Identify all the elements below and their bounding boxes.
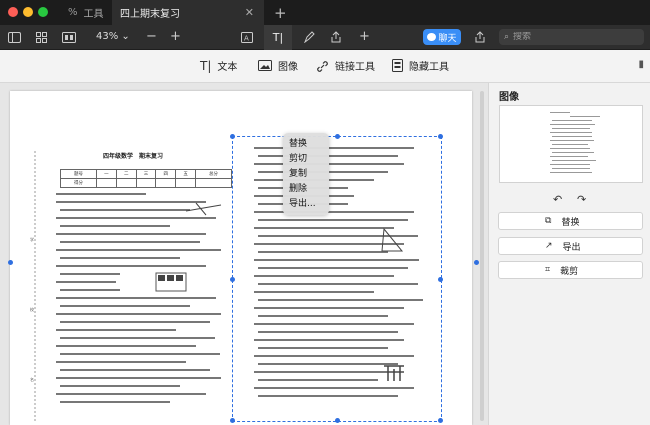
crop-image-button[interactable]: ⌗ 裁剪	[498, 261, 643, 279]
tab-bar: % 工具 四上期末复习 ✕ +	[0, 0, 650, 25]
close-tab-icon[interactable]: ✕	[245, 6, 254, 19]
image-properties-panel: 图像 ↶ ↷ ⧉ 替换 ↗ 导出 ⌗ 裁剪	[488, 83, 650, 425]
edit-toolbar: T| 文本 图像 链接工具 隐藏工具 ▮	[0, 50, 650, 83]
document-title: 四年级数学 期末复习	[103, 153, 164, 160]
text-edit-mode-button[interactable]: T|	[264, 25, 292, 50]
annotate-icon[interactable]	[304, 31, 315, 43]
left-column-text	[56, 193, 222, 403]
add-button[interactable]: +	[359, 29, 370, 44]
svg-text:A: A	[244, 35, 249, 43]
minimize-window-button[interactable]	[23, 7, 33, 17]
page-edge-handle[interactable]	[8, 260, 13, 265]
tab-tools[interactable]: % 工具	[60, 0, 112, 25]
score-table: 题号 一 二 三 四 五 总分 得分	[60, 169, 233, 188]
percent-icon: %	[68, 7, 78, 18]
context-menu-export[interactable]: 导出...	[289, 197, 329, 212]
context-menu-replace[interactable]: 替换	[289, 137, 329, 152]
link-icon	[317, 60, 328, 72]
rotate-right-icon[interactable]: ↷	[577, 193, 586, 206]
tab-tools-label: 工具	[83, 9, 104, 20]
search-icon: ⌕	[504, 32, 510, 42]
score-cell: 五	[175, 169, 196, 179]
score-cell: 得分	[60, 178, 97, 188]
svg-text:校: 校	[30, 306, 34, 312]
context-menu: 替换 剪切 复制 删除 导出...	[283, 133, 329, 215]
chat-button[interactable]: 聊天	[423, 29, 461, 45]
binding-margin: 学 校 名	[30, 151, 36, 421]
redact-tool-button[interactable]: 隐藏工具	[392, 58, 449, 73]
score-cell: 总分	[194, 169, 233, 179]
panel-toggle-icon[interactable]: ▮	[638, 59, 644, 70]
search-input[interactable]	[513, 32, 624, 42]
image-thumbnail	[499, 105, 643, 183]
export-image-button[interactable]: ↗ 导出	[498, 237, 643, 255]
resize-handle[interactable]	[438, 277, 443, 282]
pdf-page: 学 校 名 四年级数学 期末复习 题号 一 二 三 四 五 总分 得分	[10, 91, 472, 425]
image-selection-box[interactable]	[230, 134, 443, 423]
context-menu-copy[interactable]: 复制	[289, 167, 329, 182]
main-toolbar: 43% ⌄ − + A T| + 聊天 ⌕	[0, 25, 650, 50]
replace-image-button[interactable]: ⧉ 替换	[498, 212, 643, 230]
score-cell: 三	[135, 169, 157, 179]
zoom-in-button[interactable]: +	[170, 29, 181, 44]
svg-text:名: 名	[30, 376, 34, 382]
grid-view-icon[interactable]	[36, 32, 47, 43]
export-image-label: 导出	[562, 242, 581, 253]
close-window-button[interactable]	[8, 7, 18, 17]
redact-icon	[392, 59, 403, 72]
edit-image-label: 图像	[278, 62, 298, 73]
redact-tool-label: 隐藏工具	[409, 62, 449, 73]
thumbnail-preview	[550, 112, 600, 173]
text-icon: T|	[200, 58, 212, 73]
tab-document-label: 四上期末复习	[120, 9, 180, 20]
resize-handle[interactable]	[230, 134, 235, 139]
replace-image-label: 替换	[561, 217, 580, 228]
rotate-left-icon[interactable]: ↶	[553, 193, 562, 206]
link-tool-label: 链接工具	[335, 62, 375, 73]
crop-image-label: 裁剪	[560, 266, 579, 277]
image-icon	[258, 60, 272, 71]
svg-text:学: 学	[30, 236, 34, 242]
tab-document[interactable]: 四上期末复习 ✕	[112, 0, 264, 25]
score-cell: 二	[115, 169, 137, 179]
resize-handle[interactable]	[230, 418, 235, 423]
context-menu-delete[interactable]: 删除	[289, 182, 329, 197]
sidebar-toggle-icon[interactable]	[8, 32, 21, 43]
score-table-row: 得分	[60, 178, 233, 188]
search-box[interactable]: ⌕	[499, 29, 644, 45]
new-tab-button[interactable]: +	[274, 4, 287, 22]
chevron-down-icon: ⌄	[121, 31, 130, 42]
replace-icon: ⧉	[545, 216, 552, 226]
panel-title: 图像	[499, 92, 519, 103]
edit-text-button[interactable]: T| 文本	[200, 58, 238, 74]
share-icon[interactable]	[330, 31, 342, 43]
score-cell: 一	[96, 169, 117, 179]
score-cell: 四	[155, 169, 177, 179]
link-tool-button[interactable]: 链接工具	[316, 58, 375, 73]
zoom-window-button[interactable]	[38, 7, 48, 17]
page-layout-icon[interactable]	[62, 32, 76, 43]
resize-handle[interactable]	[438, 134, 443, 139]
page-edge-handle[interactable]	[474, 260, 479, 265]
document-canvas[interactable]: 学 校 名 四年级数学 期末复习 题号 一 二 三 四 五 总分 得分 替换 剪…	[0, 83, 488, 425]
vertical-scrollbar[interactable]	[480, 91, 484, 421]
zoom-out-button[interactable]: −	[146, 29, 157, 44]
crop-icon: ⌗	[545, 265, 551, 275]
form-icon[interactable]: A	[241, 32, 253, 43]
score-cell: 题号	[60, 169, 97, 179]
context-menu-cut[interactable]: 剪切	[289, 152, 329, 167]
share-export-icon[interactable]	[474, 31, 486, 43]
edit-image-button[interactable]: 图像	[258, 58, 298, 73]
export-icon: ↗	[545, 241, 553, 251]
resize-handle[interactable]	[335, 418, 340, 423]
resize-handle[interactable]	[230, 277, 235, 282]
resize-handle[interactable]	[335, 134, 340, 139]
chat-button-label: 聊天	[438, 33, 457, 44]
zoom-dropdown[interactable]: 43% ⌄	[96, 31, 130, 42]
edit-text-label: 文本	[217, 62, 238, 73]
chat-bubble-icon	[427, 33, 437, 41]
score-table-header: 题号 一 二 三 四 五 总分	[60, 169, 233, 179]
resize-handle[interactable]	[438, 418, 443, 423]
zoom-value: 43%	[96, 31, 119, 42]
